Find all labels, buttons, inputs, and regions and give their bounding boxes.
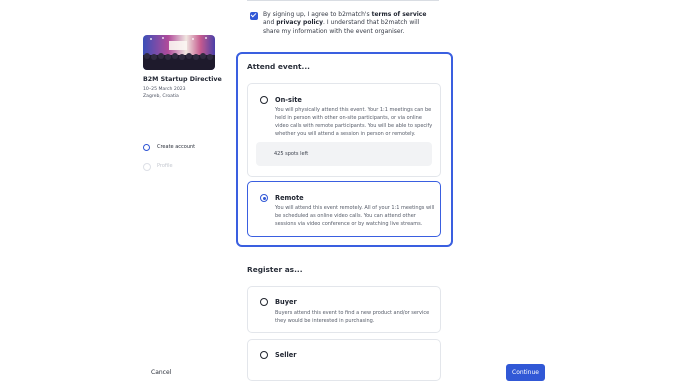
step-inactive-indicator — [143, 163, 151, 171]
continue-button[interactable]: Continue — [506, 364, 545, 381]
option-remote[interactable]: Remote You will attend this event remote… — [247, 181, 441, 237]
option-onsite[interactable]: On-site You will physically attend this … — [247, 83, 441, 177]
attend-section-title: Attend event... — [247, 62, 310, 71]
remote-description: You will attend this event remotely. All… — [275, 205, 435, 227]
top-divider — [247, 0, 439, 1]
onsite-radio[interactable] — [260, 96, 268, 104]
event-location: Zagreb, Croatia — [143, 94, 179, 99]
register-section-title: Register as... — [247, 265, 303, 274]
step-label: Profile — [157, 163, 173, 169]
seller-radio[interactable] — [260, 351, 268, 359]
event-title: B2M Startup Directive — [143, 76, 222, 83]
attend-event-panel: Attend event... On-site You will physica… — [236, 52, 453, 247]
cancel-button[interactable]: Cancel — [151, 369, 171, 376]
spots-left-box: 425 spots left — [256, 142, 432, 166]
step-active-indicator — [143, 144, 150, 151]
seller-title: Seller — [275, 351, 297, 359]
buyer-title: Buyer — [275, 298, 297, 306]
buyer-description: Buyers attend this event to find a new p… — [275, 310, 430, 324]
option-buyer[interactable]: Buyer Buyers attend this event to find a… — [247, 286, 441, 333]
terms-of-service-link[interactable]: terms of service — [372, 11, 427, 18]
buyer-radio[interactable] — [260, 298, 268, 306]
event-image — [143, 35, 215, 70]
onsite-description: You will physically attend this event. Y… — [275, 107, 433, 137]
consent-text: By signing up, I agree to b2match's term… — [263, 11, 427, 35]
remote-radio[interactable] — [260, 194, 268, 202]
option-seller[interactable]: Seller — [247, 339, 441, 381]
spots-left-text: 425 spots left — [274, 151, 309, 157]
terms-checkbox[interactable] — [250, 12, 258, 20]
onsite-title: On-site — [275, 96, 302, 104]
event-dates: 10–25 March 2023 — [143, 87, 186, 92]
privacy-policy-link[interactable]: privacy policy — [276, 19, 323, 26]
step-label: Create account — [157, 144, 196, 150]
remote-title: Remote — [275, 194, 304, 202]
